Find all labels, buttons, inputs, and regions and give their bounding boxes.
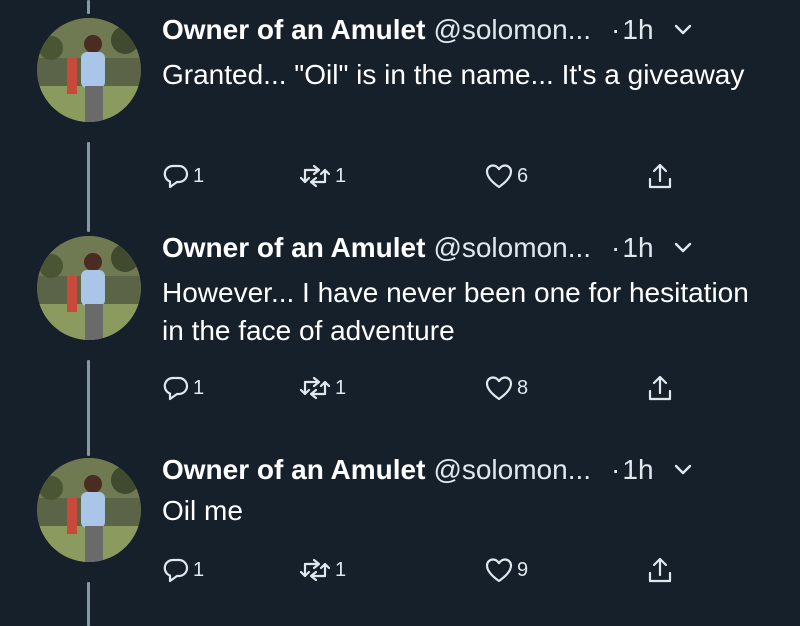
timestamp[interactable]: 1h xyxy=(622,232,653,264)
tweet[interactable]: Owner of an Amulet @solomon... · 1h Gran… xyxy=(0,10,800,210)
retweet-button[interactable]: 1 xyxy=(298,370,346,406)
share-icon xyxy=(646,161,674,191)
author-name[interactable]: Owner of an Amulet xyxy=(162,454,425,486)
retweet-button[interactable]: 1 xyxy=(298,158,346,194)
tweet-text: Oil me xyxy=(162,495,243,526)
like-button[interactable]: 6 xyxy=(484,158,528,194)
reply-count: 1 xyxy=(193,558,205,581)
tweet-actions: 1 1 8 xyxy=(162,370,682,406)
heart-icon xyxy=(484,162,514,190)
retweet-icon xyxy=(298,374,332,402)
reply-button[interactable]: 1 xyxy=(162,158,204,194)
like-count: 9 xyxy=(517,558,529,581)
dot-separator: · xyxy=(611,14,621,45)
avatar[interactable] xyxy=(37,236,141,340)
heart-icon xyxy=(484,374,514,402)
reply-icon xyxy=(162,374,190,402)
author-handle[interactable]: @solomon... xyxy=(433,454,591,486)
reply-count: 1 xyxy=(193,164,205,187)
tweet-header: Owner of an Amulet @solomon... · 1h xyxy=(162,10,694,50)
retweet-count: 1 xyxy=(335,376,347,399)
reply-icon xyxy=(162,556,190,584)
author-name[interactable]: Owner of an Amulet xyxy=(162,14,425,46)
reply-count: 1 xyxy=(193,376,205,399)
share-button[interactable] xyxy=(646,552,674,588)
tweet-actions: 1 1 6 xyxy=(162,158,682,194)
dot-separator: · xyxy=(611,454,621,485)
share-icon xyxy=(646,555,674,585)
timestamp[interactable]: 1h xyxy=(622,454,653,486)
author-handle[interactable]: @solomon... xyxy=(433,232,591,264)
share-button[interactable] xyxy=(646,158,674,194)
avatar[interactable] xyxy=(37,458,141,562)
retweet-count: 1 xyxy=(335,164,347,187)
chevron-down-icon[interactable] xyxy=(672,237,694,259)
like-count: 6 xyxy=(517,164,529,187)
retweet-count: 1 xyxy=(335,558,347,581)
like-button[interactable]: 9 xyxy=(484,552,528,588)
reply-button[interactable]: 1 xyxy=(162,552,204,588)
share-button[interactable] xyxy=(646,370,674,406)
tweet-actions: 1 1 9 xyxy=(162,552,682,588)
share-icon xyxy=(646,373,674,403)
like-count: 8 xyxy=(517,376,529,399)
retweet-icon xyxy=(298,162,332,190)
author-handle[interactable]: @solomon... xyxy=(433,14,591,46)
heart-icon xyxy=(484,556,514,584)
tweet[interactable]: Owner of an Amulet @solomon... · 1h Howe… xyxy=(0,228,800,428)
tweet[interactable]: Owner of an Amulet @solomon... · 1h Oil … xyxy=(0,450,800,600)
author-name[interactable]: Owner of an Amulet xyxy=(162,232,425,264)
reply-button[interactable]: 1 xyxy=(162,370,204,406)
tweet-text: However... I have never been one for hes… xyxy=(162,277,749,346)
retweet-button[interactable]: 1 xyxy=(298,552,346,588)
timestamp[interactable]: 1h xyxy=(622,14,653,46)
dot-separator: · xyxy=(611,232,621,263)
retweet-icon xyxy=(298,556,332,584)
avatar[interactable] xyxy=(37,18,141,122)
tweet-thread: Owner of an Amulet @solomon... · 1h Gran… xyxy=(0,0,800,626)
reply-icon xyxy=(162,162,190,190)
chevron-down-icon[interactable] xyxy=(672,459,694,481)
tweet-header: Owner of an Amulet @solomon... · 1h xyxy=(162,228,694,268)
like-button[interactable]: 8 xyxy=(484,370,528,406)
chevron-down-icon[interactable] xyxy=(672,19,694,41)
tweet-header: Owner of an Amulet @solomon... · 1h xyxy=(162,450,694,490)
tweet-text: Granted... "Oil" is in the name... It's … xyxy=(162,59,745,90)
